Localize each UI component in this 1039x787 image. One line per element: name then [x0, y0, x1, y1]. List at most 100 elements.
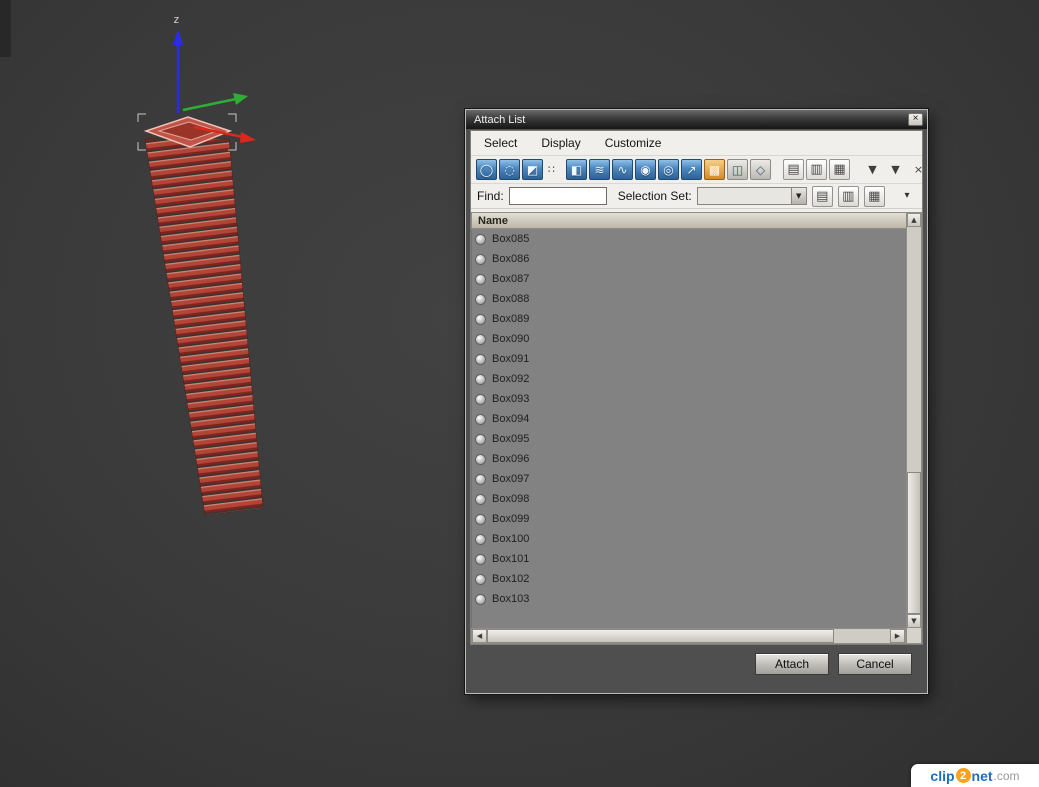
- vertical-scroll-thumb[interactable]: [907, 472, 921, 614]
- horizontal-scroll-thumb[interactable]: [487, 629, 834, 643]
- list-item[interactable]: Box101: [472, 549, 906, 569]
- list-main: Name Box085 Box086 Box087 Box088 Box089 …: [471, 212, 906, 644]
- dialog-titlebar[interactable]: Attach List ×: [466, 110, 927, 129]
- select-children-icon[interactable]: ∷: [545, 159, 558, 180]
- column-header-name[interactable]: Name: [471, 212, 906, 229]
- list-item[interactable]: Box088: [472, 289, 906, 309]
- object-sphere-icon: [475, 233, 486, 245]
- list-item[interactable]: Box095: [472, 429, 906, 449]
- object-sphere-icon: [475, 493, 486, 505]
- dialog-title: Attach List: [474, 113, 526, 126]
- display-groups-icon[interactable]: ▩: [704, 159, 725, 180]
- display-lights-icon[interactable]: ◉: [635, 159, 656, 180]
- list-item-label: Box092: [492, 373, 530, 385]
- vertical-scroll-track[interactable]: [907, 227, 921, 614]
- display-shapes-icon[interactable]: ∿: [612, 159, 633, 180]
- horizontal-scrollbar[interactable]: ◀ ▶: [471, 628, 906, 644]
- object-sphere-icon: [475, 433, 486, 445]
- list-item[interactable]: Box099: [472, 509, 906, 529]
- object-sphere-icon: [475, 513, 486, 525]
- find-row: Find: Selection Set: ▼ ▤ ▥ ▦ ▾: [471, 184, 922, 209]
- object-sphere-icon: [475, 453, 486, 465]
- display-geometry-icon[interactable]: ◧: [566, 159, 587, 180]
- object-sphere-icon: [475, 593, 486, 605]
- list-item-label: Box094: [492, 413, 530, 425]
- display-helpers-icon[interactable]: ↗: [681, 159, 702, 180]
- object-sphere-icon: [475, 533, 486, 545]
- select-none-icon[interactable]: ◌: [499, 159, 520, 180]
- list-item[interactable]: Box091: [472, 349, 906, 369]
- display-bones-icon[interactable]: ◇: [750, 159, 771, 180]
- list-item[interactable]: Box092: [472, 369, 906, 389]
- column-chooser-icon[interactable]: ▦: [829, 159, 850, 180]
- scroll-down-icon[interactable]: ▼: [907, 614, 921, 628]
- edit-named-sets-icon[interactable]: ▤: [811, 185, 833, 207]
- list-item-label: Box102: [492, 573, 530, 585]
- list-item[interactable]: Box094: [472, 409, 906, 429]
- menu-customize[interactable]: Customize: [605, 136, 662, 150]
- object-sphere-icon: [475, 253, 486, 265]
- list-item[interactable]: Box089: [472, 309, 906, 329]
- display-xrefs-icon[interactable]: ◫: [727, 159, 748, 180]
- axis-y-line: [182, 97, 237, 112]
- select-invert-icon[interactable]: ◩: [522, 159, 543, 180]
- scroll-up-icon[interactable]: ▲: [907, 213, 921, 227]
- list-item[interactable]: Box090: [472, 329, 906, 349]
- object-sphere-icon: [475, 373, 486, 385]
- list-item-label: Box089: [492, 313, 530, 325]
- menubar: Select Display Customize: [471, 131, 922, 156]
- list-item[interactable]: Box087: [472, 269, 906, 289]
- list-item[interactable]: Box100: [472, 529, 906, 549]
- list-item-label: Box101: [492, 553, 530, 565]
- object-sphere-icon: [475, 473, 486, 485]
- object-sphere-icon: [475, 413, 486, 425]
- custom-filter-icon[interactable]: ▼: [885, 159, 906, 180]
- clear-filter-icon[interactable]: ×: [908, 159, 929, 180]
- toolbar: ◯ ◌ ◩ ∷ ◧ ≋ ∿ ◉ ◎ ↗ ▩ ◫ ◇ ▤ ▥ ▦ ▼ ▼ ×: [471, 156, 923, 184]
- view-list-icon[interactable]: ▤: [783, 159, 804, 180]
- screenshot-root: z Attach List × Select Display Customize…: [0, 0, 1039, 787]
- vertical-scrollbar[interactable]: ▲ ▼: [906, 212, 922, 644]
- selection-set-label: Selection Set:: [617, 189, 692, 203]
- list-item[interactable]: Box086: [472, 249, 906, 269]
- axis-y-arrow: [233, 93, 248, 105]
- list-item[interactable]: Box097: [472, 469, 906, 489]
- chevron-down-icon[interactable]: ▼: [790, 188, 806, 204]
- list-item[interactable]: Box085: [472, 229, 906, 249]
- dialog-buttons: Attach Cancel: [755, 653, 912, 675]
- horizontal-scroll-track[interactable]: [487, 629, 890, 643]
- watermark-net-text: net: [971, 767, 993, 784]
- display-spacewarps-icon[interactable]: ≋: [589, 159, 610, 180]
- toolbar-overflow-icon[interactable]: ▾: [900, 186, 914, 207]
- list-item[interactable]: Box093: [472, 389, 906, 409]
- object-sphere-icon: [475, 273, 486, 285]
- box-tower: [144, 138, 264, 516]
- filter-icon[interactable]: ▼: [862, 159, 883, 180]
- view-detail-icon[interactable]: ▥: [806, 159, 827, 180]
- list-item-label: Box096: [492, 453, 530, 465]
- list-item[interactable]: Box096: [472, 449, 906, 469]
- scroll-right-icon[interactable]: ▶: [890, 629, 905, 643]
- list-item[interactable]: Box098: [472, 489, 906, 509]
- menu-select[interactable]: Select: [484, 136, 517, 150]
- cancel-button[interactable]: Cancel: [838, 653, 912, 675]
- scroll-left-icon[interactable]: ◀: [472, 629, 487, 643]
- find-input[interactable]: [508, 187, 607, 205]
- attach-button[interactable]: Attach: [755, 653, 829, 675]
- add-to-set-icon[interactable]: ▥: [837, 185, 859, 207]
- axis-z-label: z: [173, 13, 180, 26]
- list-item[interactable]: Box103: [472, 589, 906, 609]
- watermark-2-badge: 2: [955, 768, 971, 783]
- list-item-label: Box097: [492, 473, 530, 485]
- viewport-3d-scene: z: [137, 13, 264, 516]
- list-item[interactable]: Box102: [472, 569, 906, 589]
- select-all-icon[interactable]: ◯: [476, 159, 497, 180]
- display-cameras-icon[interactable]: ◎: [658, 159, 679, 180]
- menu-display[interactable]: Display: [541, 136, 580, 150]
- object-sphere-icon: [475, 393, 486, 405]
- list-item-label: Box091: [492, 353, 530, 365]
- close-icon[interactable]: ×: [908, 113, 923, 126]
- remove-from-set-icon[interactable]: ▦: [863, 185, 885, 207]
- object-sphere-icon: [475, 293, 486, 305]
- selection-set-dropdown[interactable]: ▼: [696, 187, 807, 205]
